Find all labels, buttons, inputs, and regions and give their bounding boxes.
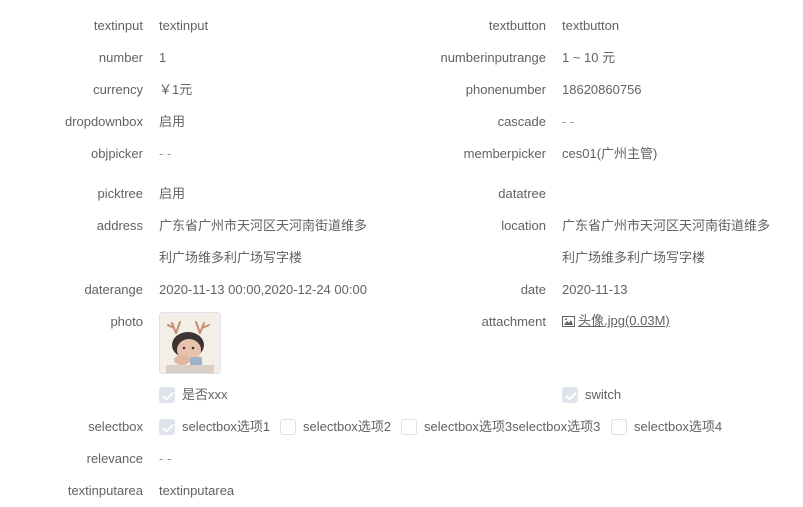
attachment-link[interactable]: 头像.jpg(0.03M) bbox=[562, 312, 670, 330]
picktree-value: 启用 bbox=[159, 186, 186, 201]
currency-value: ￥1元 bbox=[159, 82, 193, 97]
number-value: 1 bbox=[159, 50, 167, 65]
picktree-label: picktree bbox=[97, 186, 143, 201]
numberinputrange-label: numberinputrange bbox=[440, 50, 546, 65]
location-line2: 利广场维多利广场写字楼 bbox=[562, 250, 706, 265]
relevance-value: - - bbox=[159, 451, 172, 466]
textinput-value: textinput bbox=[159, 18, 209, 33]
numberinputrange-value: 1 ~ 10 元 bbox=[562, 50, 616, 65]
selectbox-option-1-checkbox[interactable] bbox=[159, 419, 175, 435]
address-line1: 广东省广州市天河区天河南街道维多 bbox=[159, 218, 368, 233]
number-label: number bbox=[98, 50, 143, 65]
address-label: address bbox=[96, 218, 143, 233]
phonenumber-label: phonenumber bbox=[465, 82, 546, 97]
selectbox-option-4-label: selectbox选项4 bbox=[634, 419, 723, 434]
daterange-label: daterange bbox=[84, 282, 143, 297]
textinputarea-value: textinputarea bbox=[159, 483, 235, 498]
attachment-filename: 头像.jpg(0.03M) bbox=[578, 313, 670, 328]
photo-thumbnail[interactable] bbox=[159, 312, 221, 374]
cascade-label: cascade bbox=[497, 114, 546, 129]
location-label: location bbox=[501, 218, 546, 233]
selectbox-label: selectbox bbox=[88, 419, 143, 434]
textbutton-value: textbutton bbox=[562, 18, 620, 33]
location-line1: 广东省广州市天河区天河南街道维多 bbox=[562, 218, 771, 233]
datatree-label: datatree bbox=[498, 186, 546, 201]
yes-no-checkbox[interactable] bbox=[159, 387, 175, 403]
attachment-label: attachment bbox=[481, 314, 546, 329]
memberpicker-value: ces01(广州主管) bbox=[562, 146, 658, 161]
image-file-icon bbox=[562, 316, 575, 327]
phonenumber-value: 18620860756 bbox=[562, 82, 642, 97]
date-value: 2020-11-13 bbox=[562, 282, 628, 297]
date-label: date bbox=[520, 282, 546, 297]
dropdownbox-value: 启用 bbox=[159, 114, 186, 129]
textinputarea-label: textinputarea bbox=[67, 483, 143, 498]
daterange-value: 2020-11-13 00:00,2020-12-24 00:00 bbox=[159, 282, 367, 297]
address-line2: 利广场维多利广场写字楼 bbox=[159, 250, 303, 265]
relevance-label: relevance bbox=[86, 451, 143, 466]
textinput-label: textinput bbox=[93, 18, 143, 33]
selectbox-option-4-checkbox[interactable] bbox=[611, 419, 627, 435]
selectbox-option-3-checkbox[interactable] bbox=[401, 419, 417, 435]
selectbox-option-1-label: selectbox选项1 bbox=[182, 419, 271, 434]
memberpicker-label: memberpicker bbox=[463, 146, 546, 161]
dropdownbox-label: dropdownbox bbox=[64, 114, 143, 129]
photo-label: photo bbox=[110, 314, 143, 329]
currency-label: currency bbox=[93, 82, 143, 97]
selectbox-option-2-label: selectbox选项2 bbox=[303, 419, 392, 434]
objpicker-label: objpicker bbox=[90, 146, 143, 161]
switch-label: switch bbox=[585, 387, 622, 402]
selectbox-option-3-label: selectbox选项3selectbox选项3 bbox=[424, 419, 601, 434]
yes-no-checkbox-label: 是否xxx bbox=[182, 387, 228, 402]
objpicker-value: - - bbox=[159, 146, 172, 161]
selectbox-option-2-checkbox[interactable] bbox=[280, 419, 296, 435]
child-portrait-icon bbox=[160, 313, 220, 373]
switch-checkbox[interactable] bbox=[562, 387, 578, 403]
cascade-value: - - bbox=[562, 114, 575, 129]
textbutton-label: textbutton bbox=[488, 18, 546, 33]
